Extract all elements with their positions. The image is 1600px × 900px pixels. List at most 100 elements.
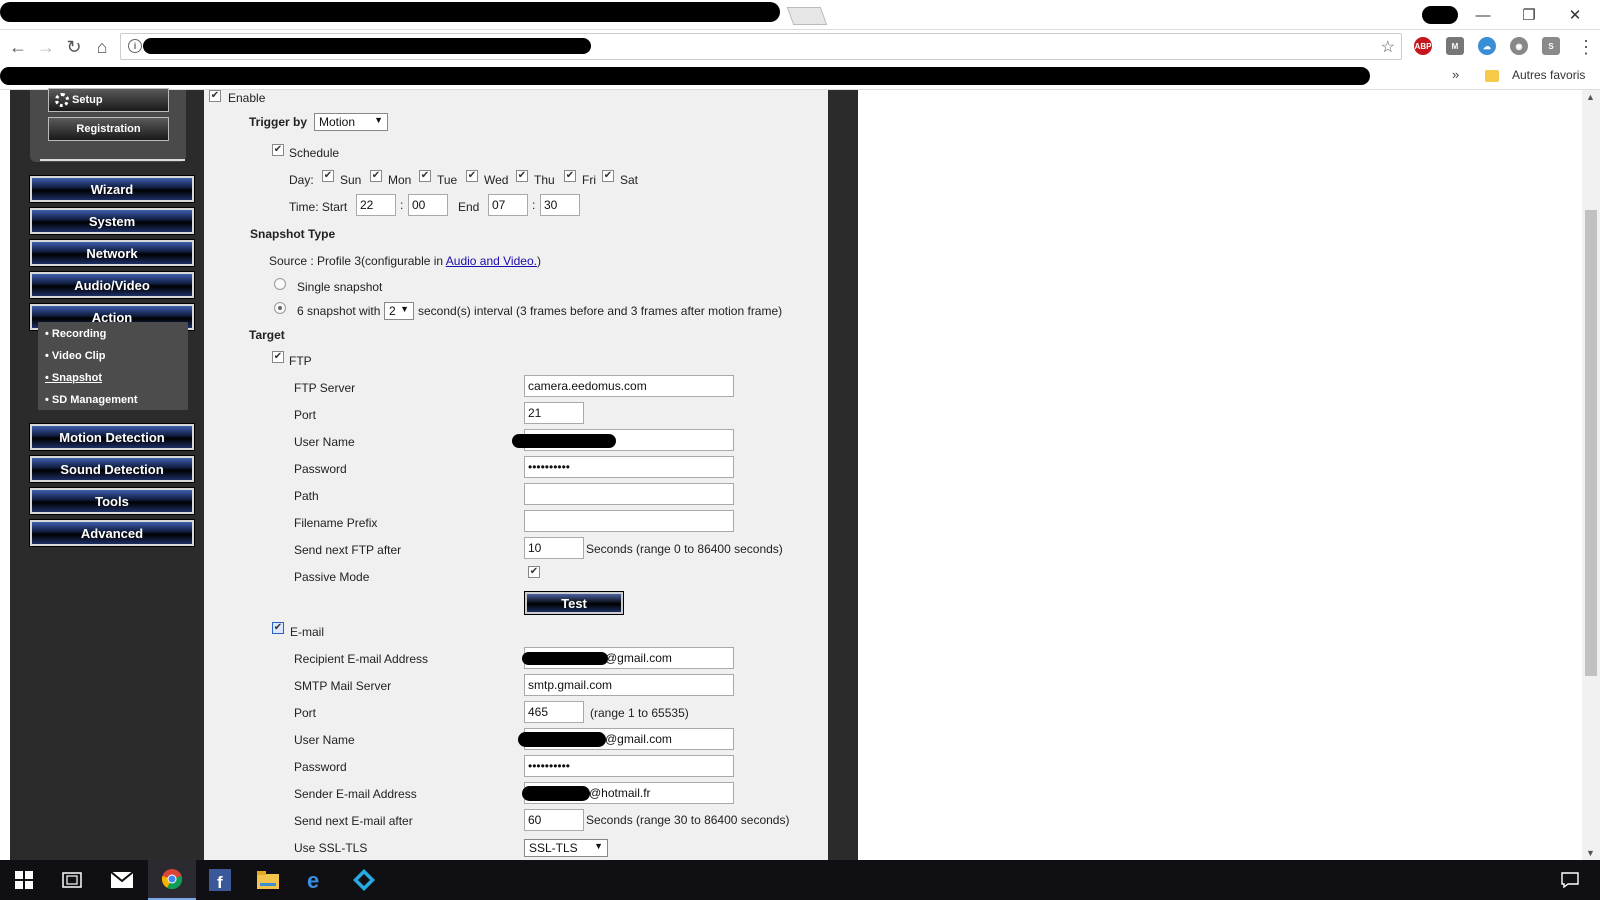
bookmarks-bar (0, 63, 1600, 90)
sender-email-label: Sender E-mail Address (294, 787, 417, 801)
start-hour-input[interactable]: 22 (356, 194, 396, 216)
enable-checkbox[interactable]: ✔ (209, 90, 221, 102)
time-colon: : (532, 198, 536, 212)
schedule-checkbox[interactable]: ✔ (272, 144, 284, 156)
start-minute-input[interactable]: 00 (408, 194, 448, 216)
address-bar[interactable]: i ☆ (120, 33, 1402, 60)
ftp-port-input[interactable]: 21 (524, 402, 584, 424)
browser-tab-bar: — ❐ ✕ (0, 0, 1600, 30)
redacted-recipient-email (522, 652, 608, 665)
end-minute-input[interactable]: 30 (540, 194, 580, 216)
task-view-icon[interactable] (48, 860, 96, 900)
new-tab-button[interactable] (786, 7, 828, 25)
scroll-down-icon[interactable]: ▼ (1586, 848, 1595, 858)
submenu-video-clip[interactable]: • Video Clip (45, 350, 106, 362)
reload-icon[interactable]: ↻ (62, 35, 86, 59)
email-send-next-input[interactable]: 60 (524, 809, 584, 831)
menu-advanced[interactable]: Advanced (30, 520, 194, 546)
email-send-next-label: Send next E-mail after (294, 814, 413, 828)
svg-text:e: e (307, 869, 319, 891)
day-label: Day: (289, 173, 314, 187)
target-heading: Target (249, 328, 285, 342)
page-scrollbar[interactable]: ▲ ▼ (1582, 90, 1600, 860)
day-checkbox-fri[interactable]: ✔ (564, 170, 576, 182)
s-extension-icon[interactable]: S (1542, 37, 1560, 55)
page-viewport: Setup Registration Wizard System Network… (0, 88, 1600, 860)
audio-video-link[interactable]: Audio and Video. (446, 254, 537, 268)
end-hour-input[interactable]: 07 (488, 194, 528, 216)
redacted-sender-email (522, 786, 590, 801)
passive-mode-checkbox[interactable]: ✔ (528, 566, 540, 578)
ftp-port-label: Port (294, 408, 317, 422)
cloud-icon[interactable]: ☁ (1478, 37, 1496, 55)
ftp-checkbox[interactable]: ✔ (272, 351, 284, 363)
scrollbar-thumb[interactable] (1585, 210, 1597, 676)
ftp-prefix-label: Filename Prefix (294, 516, 378, 530)
eye-icon[interactable]: ◉ (1510, 37, 1528, 55)
day-checkbox-sat[interactable]: ✔ (602, 170, 614, 182)
trigger-by-select[interactable]: Motion ▼ (314, 113, 388, 131)
day-checkbox-tue[interactable]: ✔ (419, 170, 431, 182)
gmail-icon[interactable]: M (1446, 37, 1464, 55)
close-window-button[interactable]: ✕ (1552, 2, 1598, 28)
site-info-icon[interactable]: i (128, 39, 142, 53)
day-thu-label: Thu (534, 173, 555, 187)
email-password-input[interactable]: •••••••••• (524, 755, 734, 777)
day-tue-label: Tue (437, 173, 458, 187)
setup-button[interactable]: Setup (48, 88, 169, 112)
restore-button[interactable]: ❐ (1506, 2, 1552, 28)
ftp-test-button[interactable]: Test (525, 592, 623, 614)
day-checkbox-sun[interactable]: ✔ (322, 170, 334, 182)
chrome-menu-icon[interactable]: ⋮ (1574, 35, 1598, 59)
ftp-prefix-input[interactable] (524, 510, 734, 532)
ftp-server-input[interactable]: camera.eedomus.com (524, 375, 734, 397)
day-checkbox-mon[interactable]: ✔ (370, 170, 382, 182)
abp-icon[interactable]: ABP (1414, 37, 1432, 55)
ssl-tls-select[interactable]: SSL-TLS ▼ (524, 839, 608, 857)
schedule-label: Schedule (289, 146, 340, 160)
email-checkbox[interactable]: ✔ (272, 622, 284, 634)
bookmark-star-icon[interactable]: ☆ (1381, 37, 1395, 57)
scroll-up-icon[interactable]: ▲ (1586, 92, 1595, 102)
single-snapshot-radio[interactable] (274, 278, 286, 290)
day-checkbox-thu[interactable]: ✔ (516, 170, 528, 182)
menu-audio-video[interactable]: Audio/Video (30, 272, 194, 298)
mail-icon[interactable] (98, 860, 146, 900)
menu-network[interactable]: Network (30, 240, 194, 266)
file-explorer-icon[interactable] (244, 860, 292, 900)
multi-snapshot-radio[interactable] (274, 302, 286, 314)
menu-system[interactable]: System (30, 208, 194, 234)
day-checkbox-wed[interactable]: ✔ (466, 170, 478, 182)
email-send-next-hint: Seconds (range 30 to 86400 seconds) (586, 813, 790, 827)
kodi-icon[interactable] (340, 860, 388, 900)
email-port-input[interactable]: 465 (524, 701, 584, 723)
action-center-icon[interactable] (1546, 860, 1594, 900)
menu-sound-detection[interactable]: Sound Detection (30, 456, 194, 482)
bookmarks-overflow-icon[interactable]: » (1452, 67, 1459, 82)
forward-icon[interactable]: → (34, 35, 58, 59)
submenu-snapshot[interactable]: • Snapshot (45, 372, 102, 384)
ftp-path-input[interactable] (524, 483, 734, 505)
smtp-server-input[interactable]: smtp.gmail.com (524, 674, 734, 696)
minimize-button[interactable]: — (1460, 2, 1506, 28)
menu-motion-detection[interactable]: Motion Detection (30, 424, 194, 450)
snapshot-interval-select[interactable]: 2 ▼ (384, 302, 414, 320)
home-icon[interactable]: ⌂ (90, 35, 114, 59)
trigger-by-label: Trigger by (249, 115, 308, 129)
ftp-send-next-input[interactable]: 10 (524, 537, 584, 559)
ftp-send-next-label: Send next FTP after (294, 543, 402, 557)
submenu-recording[interactable]: • Recording (45, 328, 106, 340)
back-icon[interactable]: ← (6, 35, 30, 59)
menu-wizard[interactable]: Wizard (30, 176, 194, 202)
windows-start-icon[interactable] (0, 860, 48, 900)
menu-tools[interactable]: Tools (30, 488, 194, 514)
chevron-down-icon: ▼ (594, 841, 603, 851)
time-start-label: Time: Start (289, 200, 348, 214)
other-bookmarks-folder[interactable]: Autres favoris (1512, 68, 1585, 82)
chrome-icon[interactable] (148, 860, 196, 900)
registration-button[interactable]: Registration (48, 117, 169, 141)
submenu-sd-management[interactable]: • SD Management (45, 394, 138, 406)
edge-icon[interactable]: e (292, 860, 340, 900)
facebook-icon[interactable]: f (196, 860, 244, 900)
ftp-password-input[interactable]: •••••••••• (524, 456, 734, 478)
